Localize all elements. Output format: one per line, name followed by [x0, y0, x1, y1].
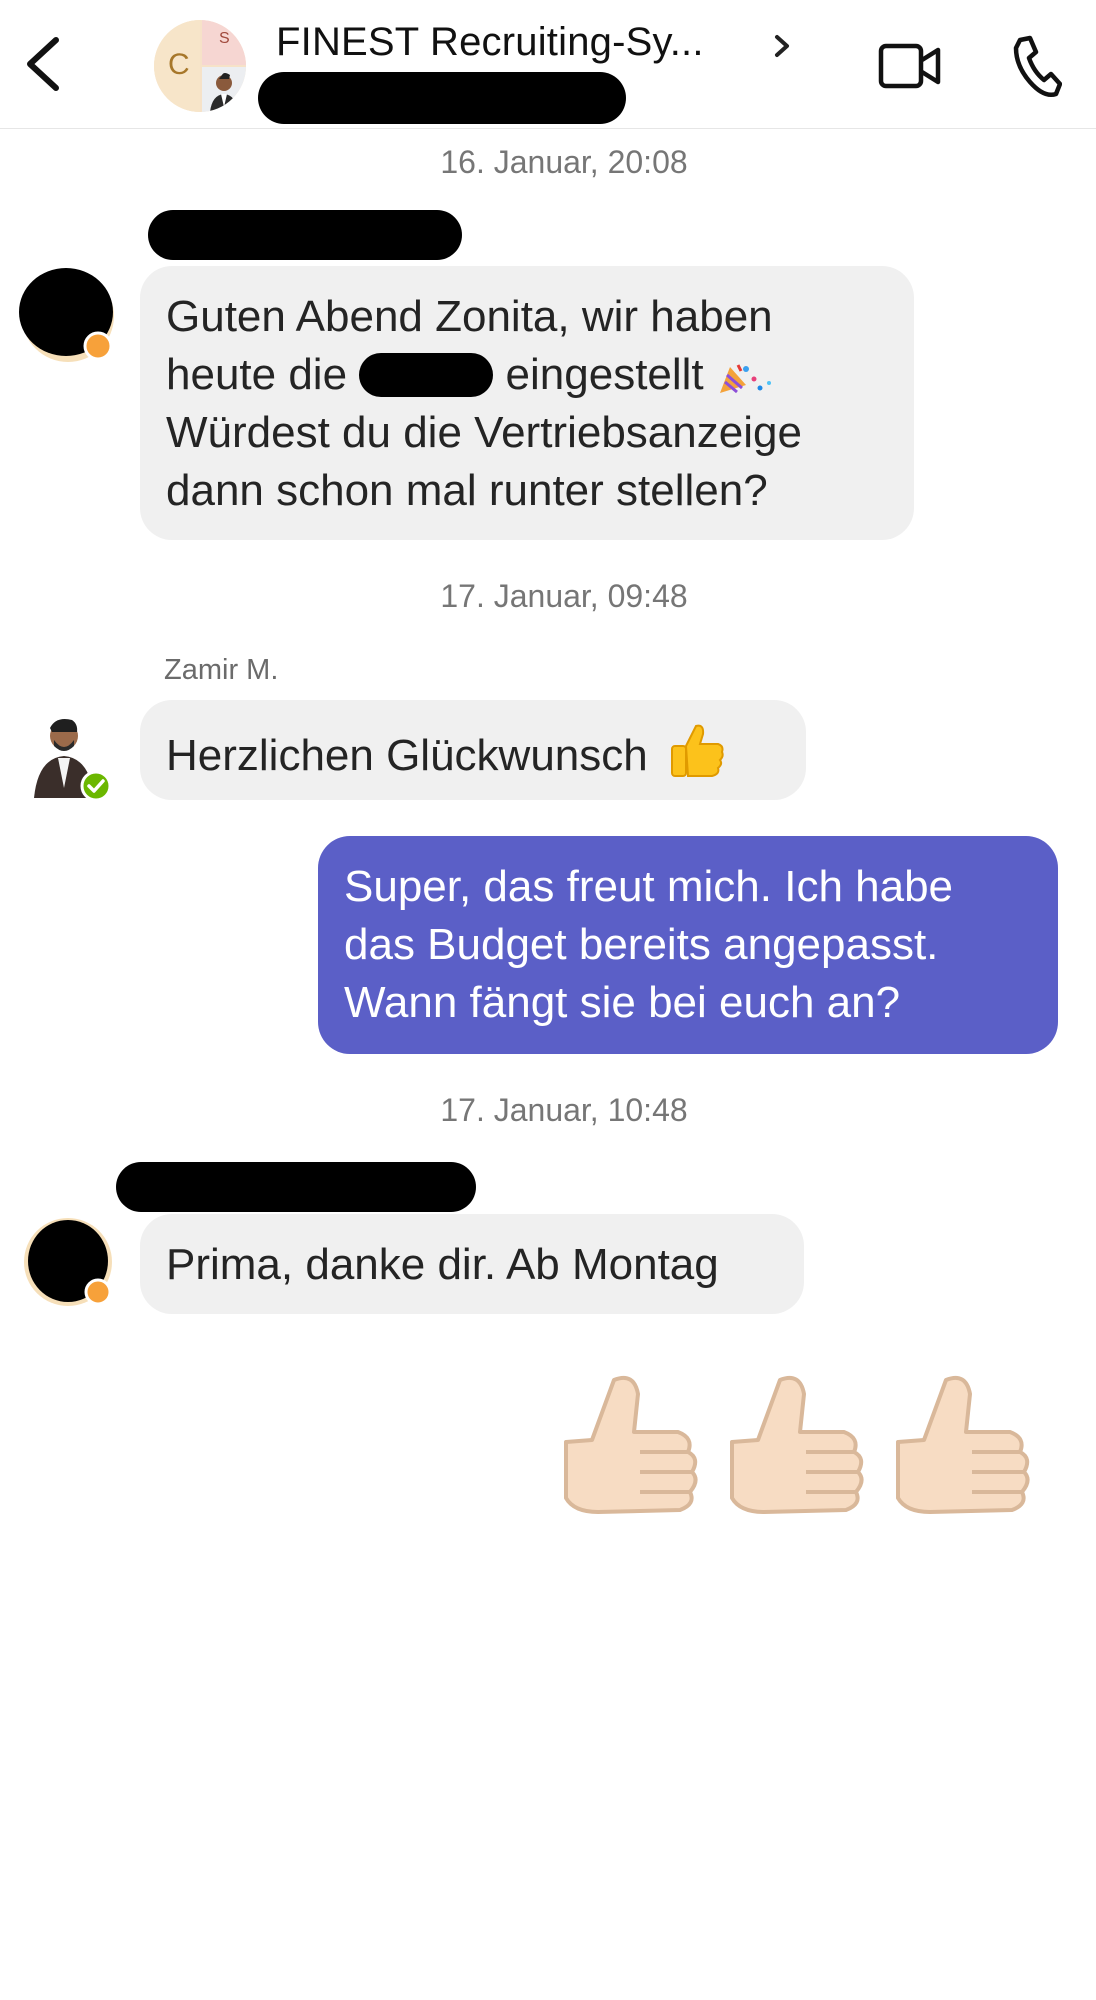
group-avatar[interactable]: C S	[154, 20, 246, 112]
chat-header: C S FINEST Recruiting-Sy...	[0, 0, 1096, 129]
member-photo-icon	[202, 67, 246, 112]
message-text: Herzlichen Glückwunsch	[166, 731, 648, 780]
message-text: Prima, danke dir. Ab Montag	[166, 1240, 719, 1289]
sender-name: Zamir M.	[164, 654, 279, 686]
thumbs-up-message[interactable]	[548, 1372, 1048, 1542]
sender-avatar[interactable]	[16, 266, 114, 364]
status-away-icon	[84, 1278, 112, 1306]
message-text: heute die eingestellt	[166, 346, 888, 404]
message-text: das Budget bereits angepasst.	[344, 920, 939, 969]
redacted-subtitle	[258, 72, 626, 124]
message-text: Super, das freut mich. Ich habe	[344, 862, 954, 911]
video-call-button[interactable]	[878, 40, 942, 92]
status-available-icon	[80, 770, 112, 802]
timestamp: 17. Januar, 09:48	[440, 578, 688, 614]
party-popper-icon	[719, 364, 771, 394]
message-text: Wann fängt sie bei euch an?	[344, 978, 901, 1027]
message-bubble[interactable]: Herzlichen Glückwunsch	[140, 700, 806, 800]
back-button[interactable]	[18, 34, 74, 94]
thumbs-up-icon	[564, 1375, 698, 1514]
redacted-sender-name	[148, 210, 462, 260]
message-bubble[interactable]: Guten Abend Zonita, wir haben heute die …	[140, 266, 914, 540]
message-text: Würdest du die Vertriebsanzeige	[166, 408, 802, 457]
sender-avatar[interactable]	[16, 706, 114, 804]
sender-avatar[interactable]	[22, 1216, 120, 1314]
chat-title[interactable]: FINEST Recruiting-Sy...	[276, 20, 704, 65]
own-message-bubble[interactable]: Super, das freut mich. Ich habe das Budg…	[318, 836, 1058, 1054]
video-call-icon	[878, 43, 941, 89]
status-away-icon	[83, 331, 113, 361]
message-text: dann schon mal runter stellen?	[166, 466, 768, 515]
thumbs-up-icon	[896, 1375, 1030, 1514]
avatar-letter-s: S	[219, 30, 230, 47]
chevron-right-icon[interactable]	[770, 30, 794, 62]
thumbs-up-icon	[730, 1375, 864, 1514]
timestamp: 17. Januar, 10:48	[440, 1092, 688, 1128]
thumbs-up-icon	[670, 724, 724, 777]
message-bubble[interactable]: Prima, danke dir. Ab Montag	[140, 1214, 804, 1314]
avatar-letter-c: C	[168, 48, 190, 81]
timestamp: 16. Januar, 20:08	[440, 144, 688, 180]
redacted-sender-name	[116, 1162, 476, 1212]
message-text-part: heute die	[166, 350, 348, 399]
phone-call-icon	[1013, 35, 1063, 97]
message-text: Guten Abend Zonita, wir haben	[166, 292, 773, 341]
back-chevron-icon	[27, 37, 59, 91]
redacted-name	[359, 353, 494, 397]
phone-call-button[interactable]	[1010, 34, 1063, 98]
message-text-part: eingestellt	[505, 350, 704, 399]
